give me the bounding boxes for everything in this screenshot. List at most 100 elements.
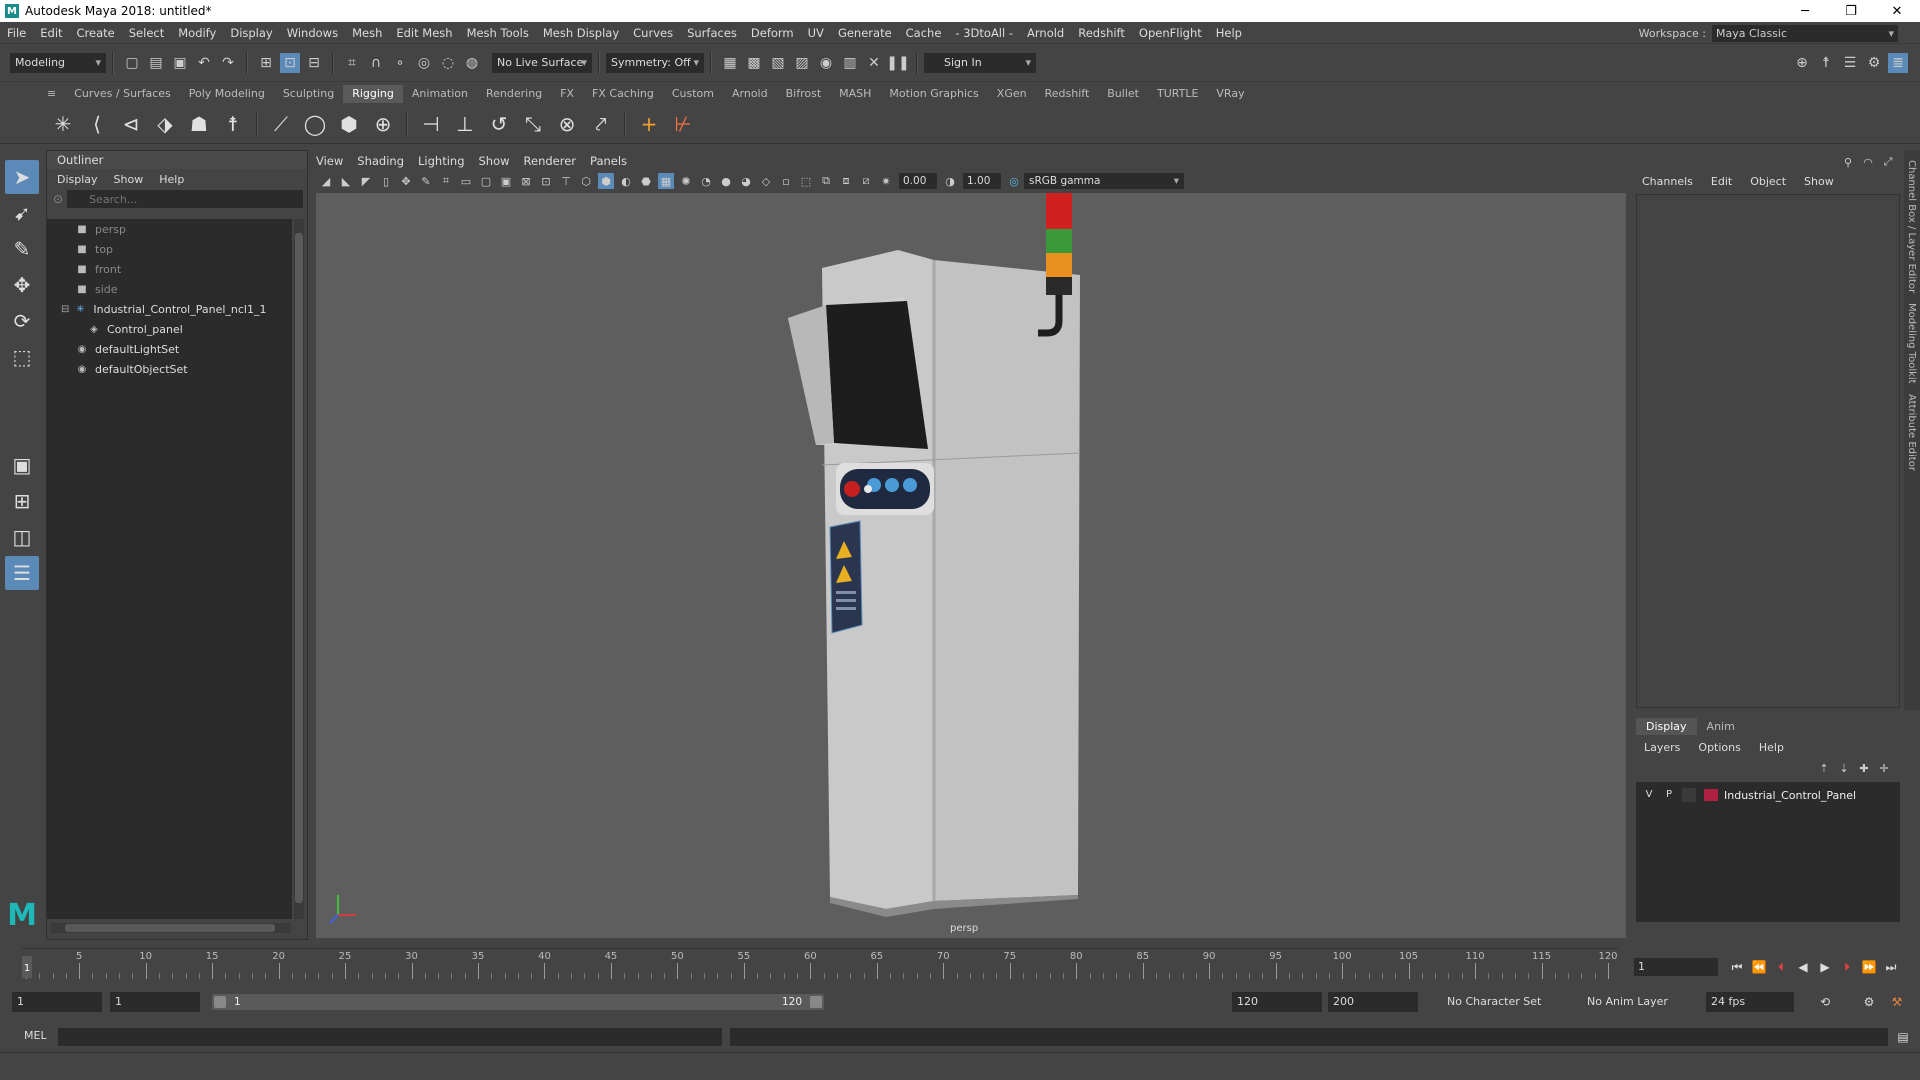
shelf-tab-arnold[interactable]: Arnold bbox=[723, 85, 777, 103]
shelf-tab-fx-caching[interactable]: FX Caching bbox=[583, 85, 663, 103]
snap-live-icon[interactable]: ◍ bbox=[462, 53, 482, 73]
paint-select-icon[interactable]: ✎ bbox=[5, 232, 39, 266]
play-forwards-icon[interactable]: ▶ bbox=[1816, 958, 1834, 976]
safe-action-icon[interactable]: ⊡ bbox=[538, 173, 554, 189]
menu-modify[interactable]: Modify bbox=[171, 22, 223, 44]
range-start-handle[interactable] bbox=[214, 996, 226, 1008]
workspace-dropdown[interactable]: Maya Classic bbox=[1712, 25, 1898, 42]
script-language-toggle[interactable]: MEL bbox=[24, 1029, 47, 1042]
menu-display[interactable]: Display bbox=[223, 22, 279, 44]
script-editor-icon[interactable]: ▤ bbox=[1894, 1028, 1912, 1046]
go-to-end-icon[interactable]: ⏭ bbox=[1882, 958, 1900, 976]
new-empty-layer-icon[interactable]: ✚ bbox=[1856, 760, 1872, 776]
viewport-menu-lighting[interactable]: Lighting bbox=[418, 154, 464, 168]
snap-grid-icon[interactable]: ⌗ bbox=[342, 53, 362, 73]
menu-uv[interactable]: UV bbox=[801, 22, 831, 44]
playback-end-field[interactable]: 120 bbox=[1232, 992, 1322, 1012]
two-view-icon[interactable]: ◫ bbox=[5, 520, 39, 554]
channel-pin-icon[interactable]: ⚲ bbox=[1840, 154, 1856, 170]
sign-in-button[interactable]: Sign In bbox=[924, 52, 1036, 73]
tool-settings-icon[interactable]: ⚙ bbox=[1864, 53, 1884, 73]
layer-tab-display[interactable]: Display bbox=[1636, 718, 1697, 735]
shadows-icon[interactable]: ◔ bbox=[698, 173, 714, 189]
select-camera-icon[interactable]: ◢ bbox=[318, 173, 334, 189]
shelf-tab-vray[interactable]: VRay bbox=[1207, 85, 1253, 103]
paint-weights-icon[interactable]: ⊕ bbox=[369, 110, 397, 138]
xray-joints-icon[interactable]: ⧈ bbox=[838, 173, 854, 189]
outliner-menu-help[interactable]: Help bbox=[159, 173, 184, 186]
snap-surface-icon[interactable]: ◌ bbox=[438, 53, 458, 73]
rotate-tool-icon[interactable]: ⟳ bbox=[5, 304, 39, 338]
step-forward-frame-icon[interactable]: ⏵ bbox=[1838, 958, 1856, 976]
shelf-tab-sculpting[interactable]: Sculpting bbox=[274, 85, 343, 103]
pole-vector-icon[interactable]: ⤤ bbox=[587, 110, 615, 138]
shelf-tab-rigging[interactable]: Rigging bbox=[343, 85, 403, 103]
outliner-item[interactable]: ◉ defaultObjectSet bbox=[47, 359, 292, 379]
motion-blur-icon[interactable]: ◕ bbox=[738, 173, 754, 189]
menu-edit-mesh[interactable]: Edit Mesh bbox=[389, 22, 459, 44]
outliner-menu-display[interactable]: Display bbox=[57, 173, 98, 186]
default-material-icon[interactable]: ◐ bbox=[618, 173, 634, 189]
current-time-marker[interactable]: 1 bbox=[22, 956, 32, 978]
menu-create[interactable]: Create bbox=[70, 22, 122, 44]
cluster-icon[interactable]: ⊬ bbox=[669, 110, 697, 138]
attribute-editor-icon[interactable]: ☰ bbox=[1840, 53, 1860, 73]
menu-windows[interactable]: Windows bbox=[280, 22, 345, 44]
layer-tab-anim[interactable]: Anim bbox=[1697, 718, 1745, 735]
ik-handle-icon[interactable]: ⟋ bbox=[267, 110, 295, 138]
menu-select[interactable]: Select bbox=[122, 22, 171, 44]
shelf-tab-mash[interactable]: MASH bbox=[830, 85, 880, 103]
shelf-tab-custom[interactable]: Custom bbox=[663, 85, 723, 103]
step-forward-key-icon[interactable]: ⏩ bbox=[1860, 958, 1878, 976]
channel-menu-show[interactable]: Show bbox=[1804, 175, 1834, 188]
new-layer-selected-icon[interactable]: ✛ bbox=[1876, 760, 1892, 776]
move-tool-icon[interactable]: ✥ bbox=[5, 268, 39, 302]
outliner-item[interactable]: ⊟ ✳ Industrial_Control_Panel_ncl1_1 bbox=[47, 299, 292, 319]
layer-display-type-toggle[interactable] bbox=[1682, 788, 1696, 802]
go-to-start-icon[interactable]: ⏮ bbox=[1728, 958, 1746, 976]
viewport-menu-shading[interactable]: Shading bbox=[357, 154, 404, 168]
quick-rig-icon[interactable]: ☗ bbox=[185, 110, 213, 138]
layer-playback-toggle[interactable]: P bbox=[1662, 788, 1676, 802]
grease-pencil-icon[interactable]: ✎ bbox=[418, 173, 434, 189]
minimize-button[interactable]: ─ bbox=[1782, 0, 1828, 22]
shelf-tab-rendering[interactable]: Rendering bbox=[477, 85, 551, 103]
snap-curve-icon[interactable]: ∩ bbox=[366, 53, 386, 73]
layer-menu-layers[interactable]: Layers bbox=[1644, 741, 1680, 754]
orient-joint-icon[interactable]: ⬗ bbox=[151, 110, 179, 138]
layer-menu-help[interactable]: Help bbox=[1759, 741, 1784, 754]
viewport-menu-renderer[interactable]: Renderer bbox=[524, 154, 577, 168]
side-tab-attribute-editor[interactable]: Attribute Editor bbox=[1906, 394, 1917, 471]
shelf-tab-fx[interactable]: FX bbox=[551, 85, 583, 103]
view-transform-dropdown[interactable]: sRGB gamma bbox=[1024, 173, 1184, 189]
maximize-button[interactable]: ❐ bbox=[1828, 0, 1874, 22]
command-input[interactable] bbox=[58, 1028, 722, 1046]
aim-constraint-icon[interactable]: ⊗ bbox=[553, 110, 581, 138]
menu-mesh[interactable]: Mesh bbox=[345, 22, 389, 44]
grid-icon[interactable]: ⌗ bbox=[438, 173, 454, 189]
shelf-tab-xgen[interactable]: XGen bbox=[988, 85, 1036, 103]
shelf-tab-motion-graphics[interactable]: Motion Graphics bbox=[880, 85, 987, 103]
gate-mask-icon[interactable]: ▣ bbox=[498, 173, 514, 189]
outliner-horizontal-scrollbar[interactable] bbox=[51, 923, 291, 933]
ambient-occlusion-icon[interactable]: ● bbox=[718, 173, 734, 189]
time-slider[interactable]: 5 10 15 20 25 30 35 40 45 50 55 60 65 70 75 80 85 90 95 100… bbox=[0, 948, 1920, 982]
viewport-menu-view[interactable]: View bbox=[316, 154, 343, 168]
gamma-icon[interactable]: ◑ bbox=[942, 173, 958, 189]
wireframe-icon[interactable]: ⬡ bbox=[578, 173, 594, 189]
outliner-item[interactable]: ■ front bbox=[47, 259, 292, 279]
current-frame-field[interactable]: 1 bbox=[1634, 958, 1718, 976]
range-end-handle[interactable] bbox=[810, 996, 822, 1008]
anim-layer-dropdown[interactable]: No Anim Layer bbox=[1582, 992, 1690, 1012]
menu-edit[interactable]: Edit bbox=[33, 22, 69, 44]
scale-tool-icon[interactable]: ⬚ bbox=[5, 340, 39, 374]
exposure-icon[interactable]: ✷ bbox=[878, 173, 894, 189]
mirror-joint-icon[interactable]: ⊲ bbox=[117, 110, 145, 138]
character-set-dropdown[interactable]: No Character Set bbox=[1442, 992, 1574, 1012]
channel-box-icon[interactable]: ≣ bbox=[1888, 53, 1908, 73]
modeling-toolkit-icon[interactable]: ⊕ bbox=[1792, 53, 1812, 73]
time-ticks[interactable]: 5 10 15 20 25 30 35 40 45 50 55 60 65 70 75 80 85 90 95 100… bbox=[22, 948, 1618, 982]
redo-icon[interactable]: ↷ bbox=[218, 53, 238, 73]
shelf-tab-bullet[interactable]: Bullet bbox=[1098, 85, 1148, 103]
lasso-tool-icon[interactable]: ➹ bbox=[5, 196, 39, 230]
